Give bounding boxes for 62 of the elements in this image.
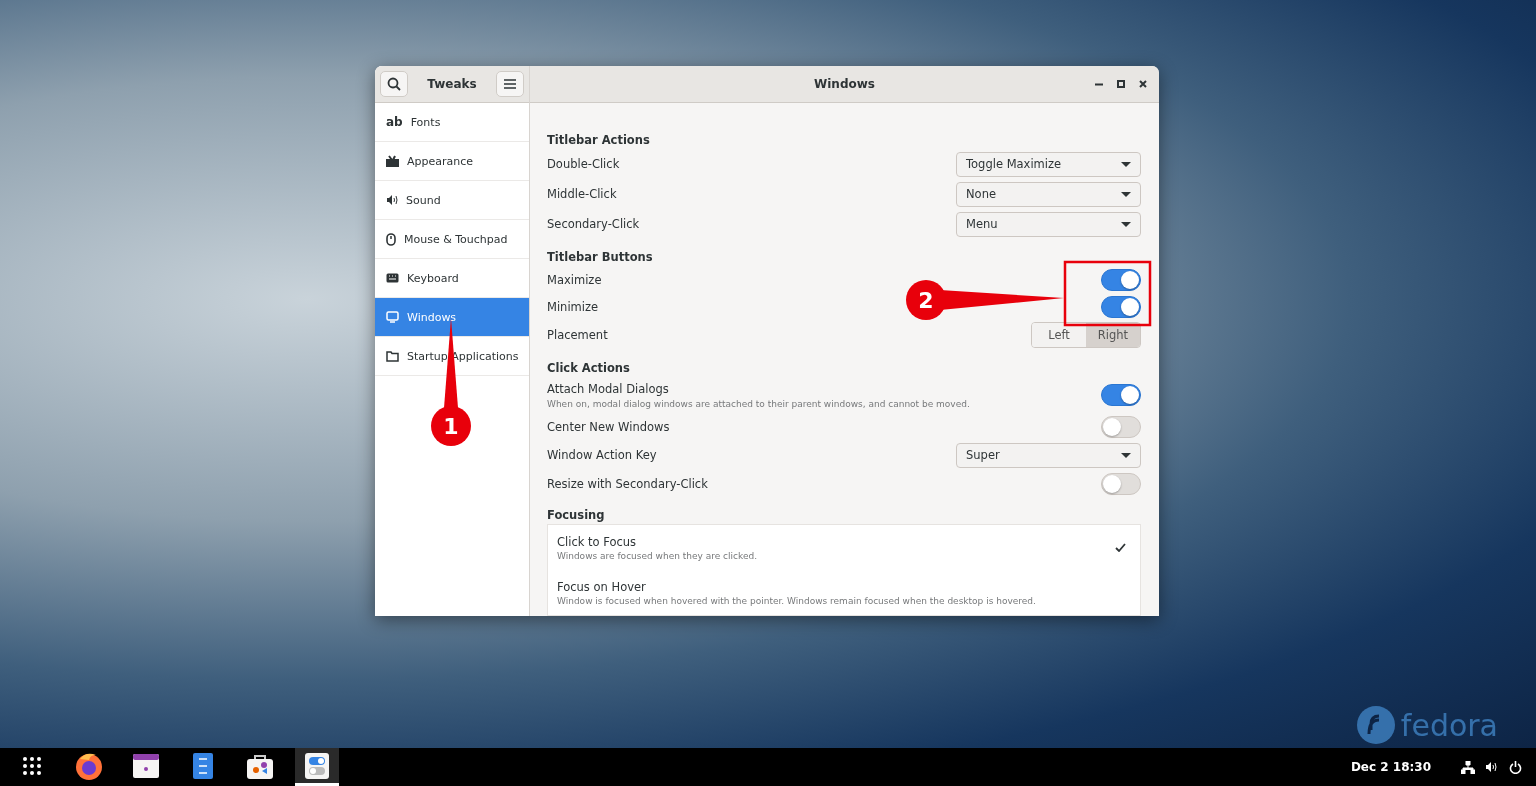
dropdown-caret-icon bbox=[1121, 452, 1131, 458]
callout-number: 2 bbox=[918, 288, 934, 313]
logo-icon bbox=[1356, 706, 1395, 744]
fonts-icon: ab bbox=[386, 115, 403, 129]
taskbar-app[interactable] bbox=[295, 748, 339, 786]
minimize-icon[interactable] bbox=[1095, 82, 1103, 86]
calendar-icon[interactable] bbox=[132, 752, 160, 779]
setting-description: When on, modal dialog windows are attached to their parent windows, and cannot be moved. bbox=[547, 398, 970, 409]
toggle-switch[interactable] bbox=[1101, 384, 1141, 406]
sidebar-title: Tweaks bbox=[427, 77, 477, 91]
dropdown-caret-icon bbox=[1121, 161, 1131, 167]
toggle-switch[interactable] bbox=[1101, 415, 1141, 438]
dropdown[interactable]: None bbox=[956, 181, 1141, 207]
option-title[interactable]: Focus on Hover bbox=[557, 579, 1036, 594]
dropdown[interactable]: Menu bbox=[956, 211, 1141, 237]
sidebar-item[interactable]: Windows bbox=[375, 298, 529, 337]
setting-label: Window Action Key bbox=[547, 448, 657, 462]
section-heading: Click Actions bbox=[547, 361, 631, 375]
menu-icon bbox=[504, 79, 516, 89]
option-title[interactable]: Click to Focus bbox=[557, 534, 758, 549]
toggle-switch[interactable] bbox=[1101, 472, 1141, 495]
power-icon[interactable] bbox=[1509, 760, 1522, 774]
logo-text: fedora bbox=[1400, 707, 1498, 743]
setting-label: Secondary-Click bbox=[547, 217, 640, 231]
window-title: Windows bbox=[814, 77, 875, 91]
search-button[interactable] bbox=[380, 71, 408, 97]
search-icon bbox=[387, 77, 401, 91]
setting-label: Middle-Click bbox=[547, 187, 617, 201]
app-grid-icon[interactable] bbox=[22, 755, 42, 776]
setting-label: Maximize bbox=[547, 272, 602, 287]
folder-icon bbox=[386, 350, 399, 362]
section-heading: Titlebar Buttons bbox=[547, 250, 654, 264]
setting-label: Double-Click bbox=[547, 157, 620, 171]
setting-label: Placement bbox=[547, 328, 608, 342]
option-description: Windows are focused when they are clicked. bbox=[557, 550, 758, 561]
mouse-icon bbox=[386, 232, 396, 246]
setting-label: Minimize bbox=[547, 299, 599, 314]
callout-number: 1 bbox=[443, 414, 459, 439]
clock[interactable]: Dec 2 18:30 bbox=[1350, 760, 1431, 774]
monitor-icon bbox=[386, 311, 399, 323]
toggle-switch[interactable] bbox=[1101, 295, 1141, 318]
file-cabinet-icon[interactable] bbox=[192, 751, 214, 780]
setting-label: Center New Windows bbox=[547, 419, 670, 434]
dropdown[interactable]: Super bbox=[956, 442, 1141, 468]
option-description: Window is focused when hovered with the pointer. Windows remain focused when the desktop is hovered. bbox=[557, 595, 1036, 606]
maximize-icon[interactable] bbox=[1117, 80, 1125, 88]
dropdown-caret-icon bbox=[1121, 221, 1131, 227]
dropdown-caret-icon bbox=[1121, 191, 1131, 197]
speaker-icon bbox=[386, 195, 398, 205]
close-icon[interactable] bbox=[1139, 80, 1147, 88]
section-heading: Focusing bbox=[547, 508, 606, 522]
setting-label: Resize with Secondary-Click bbox=[547, 476, 708, 491]
switches-icon[interactable] bbox=[304, 751, 330, 780]
keyboard-icon bbox=[386, 273, 399, 283]
toggle-switch[interactable] bbox=[1101, 268, 1141, 291]
setting-label: Attach Modal Dialogs bbox=[547, 381, 670, 396]
menu-button[interactable] bbox=[496, 71, 524, 97]
speaker-icon[interactable] bbox=[1485, 761, 1499, 773]
dropdown[interactable]: Toggle Maximize bbox=[956, 151, 1141, 177]
section-heading: Titlebar Actions bbox=[547, 133, 651, 147]
segment-button[interactable]: Right bbox=[1086, 323, 1140, 347]
network-icon[interactable] bbox=[1461, 760, 1475, 774]
